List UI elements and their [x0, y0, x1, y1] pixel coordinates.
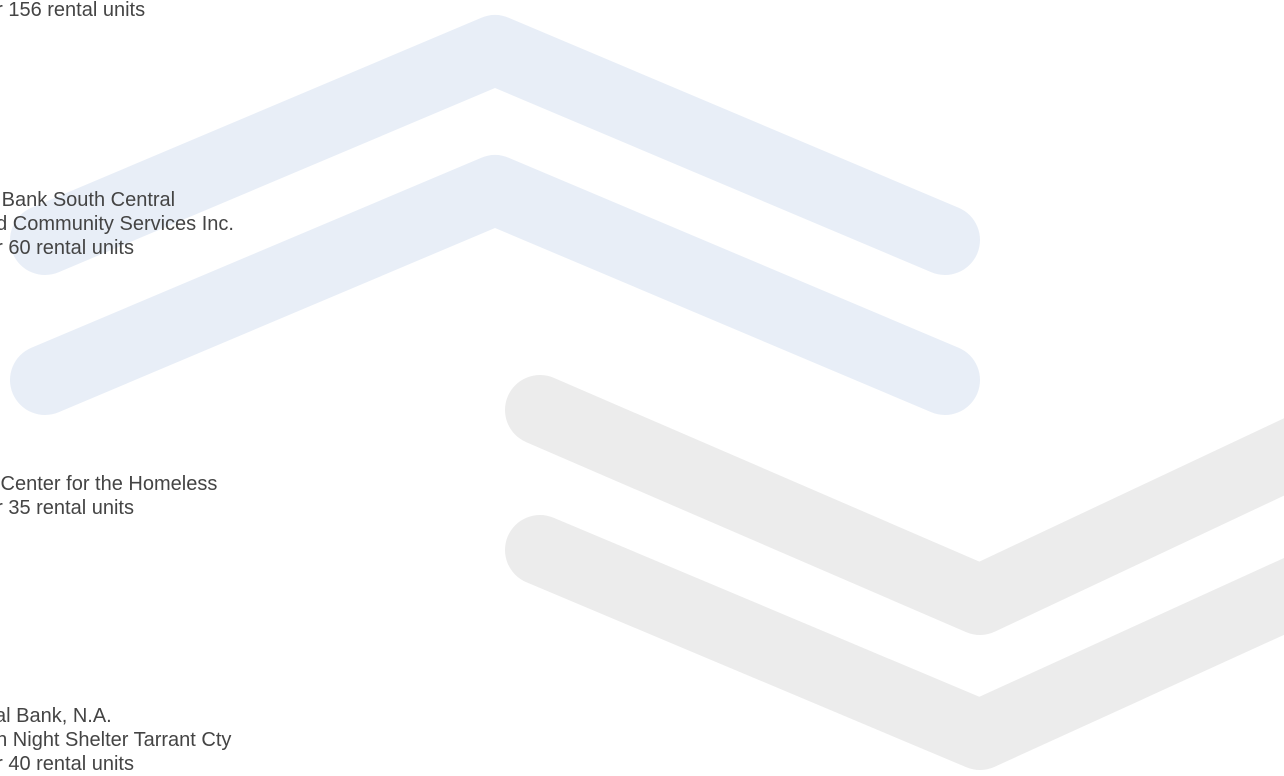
- award-entry-2: o Bank South Central nd Community Servic…: [0, 188, 234, 260]
- award-bank-line: k: [0, 448, 217, 472]
- award-units-line: or 60 rental units: [0, 237, 134, 259]
- award-entry-1: or 156 rental units: [0, 0, 145, 22]
- award-sponsor-line: an Night Shelter Tarrant Cty: [0, 729, 232, 751]
- award-units-line: or 35 rental units: [0, 497, 134, 519]
- watermark-chevron-logo: [10, 15, 1284, 770]
- award-sponsor-line: y Center for the Homeless: [0, 473, 218, 495]
- award-bank-line: o Bank South Central: [0, 189, 176, 211]
- award-entry-3: k y Center for the Homeless or 35 rental…: [0, 448, 217, 520]
- award-units-line: or 40 rental units: [0, 753, 134, 775]
- award-bank-line: ital Bank, N.A.: [0, 705, 112, 727]
- award-entry-4: ital Bank, N.A. an Night Shelter Tarrant…: [0, 704, 231, 776]
- award-sponsor-line: nd Community Services Inc.: [0, 213, 234, 235]
- award-units-line: or 156 rental units: [0, 0, 146, 21]
